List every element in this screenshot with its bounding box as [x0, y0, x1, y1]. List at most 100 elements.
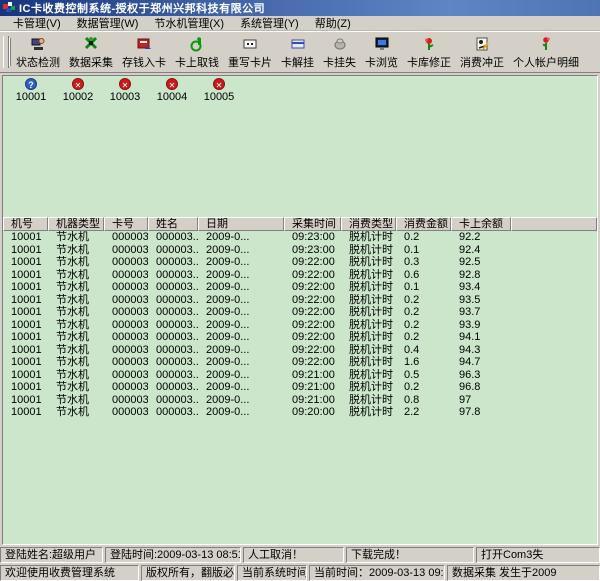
cell-amount: 0.2 [396, 381, 451, 394]
table-row[interactable]: 10001 节水机 000003 000003... 2009-0... 09:… [3, 231, 597, 244]
table-row[interactable]: 10001 节水机 000003 000003... 2009-0... 09:… [3, 244, 597, 257]
cell-amount: 0.5 [396, 369, 451, 382]
table-row[interactable]: 10001 节水机 000003 000003... 2009-0... 09:… [3, 356, 597, 369]
cell-consume-type: 脱机计时 [341, 231, 396, 244]
machine-id: 10002 [63, 91, 94, 103]
col-header-date[interactable]: 日期 [198, 217, 284, 231]
cell-filler [511, 381, 597, 394]
cell-filler [511, 231, 597, 244]
reverse-transaction-button[interactable]: 消费冲正 [456, 32, 508, 72]
table-row[interactable]: 10001 节水机 000003 000003... 2009-0... 09:… [3, 281, 597, 294]
status-check-button[interactable]: 状态检测 [12, 32, 64, 72]
machine-item-10004[interactable]: 10004 [152, 78, 192, 103]
table-row[interactable]: 10001 节水机 000003 000003... 2009-0... 09:… [3, 269, 597, 282]
card-db-fix-button[interactable]: 卡库修正 [403, 32, 455, 72]
card-unfreeze-icon [290, 36, 306, 52]
cell-machine-no: 10001 [3, 331, 48, 344]
col-header-name[interactable]: 姓名 [148, 217, 198, 231]
table-row[interactable]: 10001 节水机 000003 000003... 2009-0... 09:… [3, 294, 597, 307]
cell-machine-type: 节水机 [48, 294, 104, 307]
records-grid: 机号 机器类型 卡号 姓名 日期 采集时间 消费类型 消费金额 卡上余额 100… [3, 217, 597, 419]
cell-machine-type: 节水机 [48, 319, 104, 332]
cell-consume-type: 脱机计时 [341, 319, 396, 332]
col-header-machine-no[interactable]: 机号 [3, 217, 48, 231]
table-row[interactable]: 10001 节水机 000003 000003... 2009-0... 09:… [3, 319, 597, 332]
machine-id: 10001 [16, 91, 47, 103]
cell-collect-time: 09:22:00 [284, 344, 341, 357]
col-header-machine-type[interactable]: 机器类型 [48, 217, 104, 231]
deposit-to-card-icon [136, 36, 152, 52]
col-header-filler [511, 217, 597, 231]
menu-help[interactable]: 帮助(Z) [307, 14, 359, 32]
cell-card-no: 000003 [104, 294, 148, 307]
withdraw-from-card-button[interactable]: 卡上取钱 [171, 32, 223, 72]
toolbar-label: 存钱入卡 [122, 54, 166, 70]
cell-balance: 93.9 [451, 319, 511, 332]
table-row[interactable]: 10001 节水机 000003 000003... 2009-0... 09:… [3, 331, 597, 344]
cell-name: 000003... [148, 344, 198, 357]
col-header-collect-time[interactable]: 采集时间 [284, 217, 341, 231]
cell-date: 2009-0... [198, 406, 284, 419]
menu-data-management[interactable]: 数据管理(W) [69, 14, 147, 32]
rewrite-card-button[interactable]: 重写卡片 [224, 32, 276, 72]
machine-item-10002[interactable]: 10002 [58, 78, 98, 103]
cell-machine-type: 节水机 [48, 394, 104, 407]
table-row[interactable]: 10001 节水机 000003 000003... 2009-0... 09:… [3, 256, 597, 269]
cell-card-no: 000003 [104, 394, 148, 407]
menu-card-management[interactable]: 卡管理(V) [5, 14, 69, 32]
cell-name: 000003... [148, 381, 198, 394]
cell-card-no: 000003 [104, 256, 148, 269]
cell-amount: 0.3 [396, 256, 451, 269]
cell-balance: 97 [451, 394, 511, 407]
table-row[interactable]: 10001 节水机 000003 000003... 2009-0... 09:… [3, 306, 597, 319]
cell-machine-type: 节水机 [48, 269, 104, 282]
cell-amount: 0.2 [396, 331, 451, 344]
machine-item-10001[interactable]: 10001 [11, 78, 51, 103]
cell-date: 2009-0... [198, 381, 284, 394]
data-collect-icon [83, 36, 99, 52]
machine-item-10003[interactable]: 10003 [105, 78, 145, 103]
data-collect-button[interactable]: 数据采集 [65, 32, 117, 72]
machine-item-10005[interactable]: 10005 [199, 78, 239, 103]
cell-collect-time: 09:23:00 [284, 244, 341, 257]
menu-bar: 卡管理(V) 数据管理(W) 节水机管理(X) 系统管理(Y) 帮助(Z) [0, 16, 600, 31]
cell-collect-time: 09:22:00 [284, 331, 341, 344]
app-icon[interactable] [3, 2, 15, 14]
menu-watersaver-management[interactable]: 节水机管理(X) [146, 14, 232, 32]
menu-system-management[interactable]: 系统管理(Y) [232, 14, 307, 32]
cell-card-no: 000003 [104, 369, 148, 382]
cell-collect-time: 09:21:00 [284, 381, 341, 394]
cell-date: 2009-0... [198, 356, 284, 369]
cell-name: 000003... [148, 231, 198, 244]
table-row[interactable]: 10001 节水机 000003 000003... 2009-0... 09:… [3, 394, 597, 407]
cell-filler [511, 344, 597, 357]
toolbar-label: 重写卡片 [228, 54, 272, 70]
cell-collect-time: 09:21:00 [284, 394, 341, 407]
table-row[interactable]: 10001 节水机 000003 000003... 2009-0... 09:… [3, 406, 597, 419]
personal-account-detail-button[interactable]: 个人帐户明细 [509, 32, 583, 72]
card-browse-button[interactable]: 卡浏览 [361, 32, 402, 72]
cell-balance: 96.8 [451, 381, 511, 394]
cell-consume-type: 脱机计时 [341, 356, 396, 369]
col-header-consume-type[interactable]: 消费类型 [341, 217, 396, 231]
cell-balance: 94.3 [451, 344, 511, 357]
cell-machine-no: 10001 [3, 231, 48, 244]
cell-card-no: 000003 [104, 281, 148, 294]
card-report-loss-button[interactable]: 卡挂失 [319, 32, 360, 72]
col-header-balance[interactable]: 卡上余额 [451, 217, 511, 231]
cell-name: 000003... [148, 294, 198, 307]
table-row[interactable]: 10001 节水机 000003 000003... 2009-0... 09:… [3, 381, 597, 394]
cell-collect-time: 09:22:00 [284, 294, 341, 307]
cell-consume-type: 脱机计时 [341, 269, 396, 282]
table-row[interactable]: 10001 节水机 000003 000003... 2009-0... 09:… [3, 369, 597, 382]
table-row[interactable]: 10001 节水机 000003 000003... 2009-0... 09:… [3, 344, 597, 357]
card-unfreeze-button[interactable]: 卡解挂 [277, 32, 318, 72]
col-header-card-no[interactable]: 卡号 [104, 217, 148, 231]
col-header-amount[interactable]: 消费金额 [396, 217, 451, 231]
cell-collect-time: 09:22:00 [284, 306, 341, 319]
cell-filler [511, 244, 597, 257]
cell-filler [511, 281, 597, 294]
cell-machine-no: 10001 [3, 319, 48, 332]
deposit-to-card-button[interactable]: 存钱入卡 [118, 32, 170, 72]
toolbar-gripper[interactable] [3, 36, 9, 68]
